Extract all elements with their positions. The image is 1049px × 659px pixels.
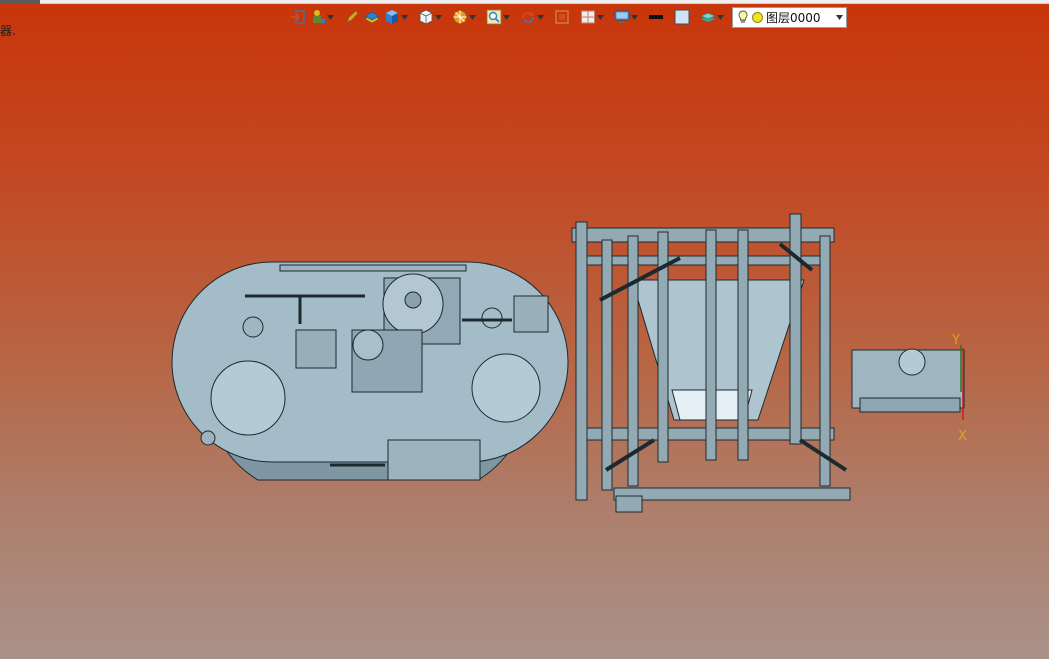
frame-post-6 <box>737 229 749 461</box>
tank-top-rail <box>279 264 467 272</box>
control-box <box>387 439 481 481</box>
frame-post-8 <box>819 235 831 487</box>
drain-fitting <box>200 430 216 446</box>
pump-cover <box>352 329 384 361</box>
frame-post-1 <box>575 221 588 501</box>
small-unit <box>851 348 965 413</box>
valve-right <box>481 307 503 329</box>
tank-assembly <box>171 261 569 481</box>
frame-post-7 <box>789 213 802 445</box>
small-unit-pipes <box>859 397 961 413</box>
frame-base-beam <box>613 487 851 501</box>
frame-post-2 <box>601 239 613 491</box>
axis-x-label: X <box>958 429 967 444</box>
frame-assembly <box>571 213 851 513</box>
frame-foot <box>615 495 643 513</box>
motor-cover-inner <box>404 291 422 309</box>
filter-unit <box>513 295 549 333</box>
3d-viewport[interactable]: Y X <box>0 0 1049 659</box>
small-unit-motor <box>898 348 926 376</box>
tank-port-left <box>210 360 286 436</box>
frame-post-3 <box>627 235 639 487</box>
valve-block <box>295 329 337 369</box>
axis-y-label: Y <box>951 333 960 348</box>
frame-post-5 <box>705 229 717 461</box>
tank-port-right <box>471 353 541 423</box>
gauge-left <box>242 316 264 338</box>
